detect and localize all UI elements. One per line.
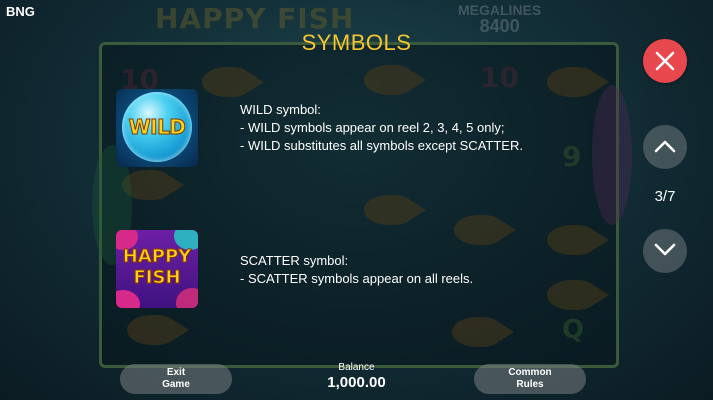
- scatter-symbol-icon: HAPPY FISH: [116, 230, 198, 308]
- ghost-fish: [547, 280, 609, 310]
- game-background: HAPPY FISH MEGALINES 8400 10 10 9 Q: [0, 0, 713, 400]
- ghost-fish: [454, 215, 516, 245]
- ghost-fish: [127, 315, 189, 345]
- chevron-down-icon: [654, 243, 676, 256]
- ghost-fish: [364, 195, 426, 225]
- ghost-fish: [122, 170, 184, 200]
- wild-symbol-text: WILD: [128, 115, 186, 140]
- ghost-symbol-nine: 9: [562, 140, 582, 173]
- balance-value: 1,000.00: [327, 374, 386, 391]
- ghost-fish: [452, 317, 514, 347]
- wild-heading: WILD symbol:: [240, 102, 321, 117]
- balance-label: Balance: [338, 362, 375, 373]
- scatter-symbol-text: HAPPY: [122, 246, 192, 268]
- wild-rule-line: - WILD substitutes all symbols except SC…: [240, 138, 523, 153]
- wild-symbol-icon: WILD: [116, 89, 198, 167]
- ghost-fish: [364, 65, 426, 95]
- next-page-button[interactable]: [643, 229, 687, 273]
- ghost-symbol-ten: 10: [480, 61, 519, 94]
- close-icon: [655, 51, 675, 71]
- previous-page-button[interactable]: [643, 125, 687, 169]
- provider-logo: BNG: [6, 4, 35, 19]
- wild-rule-line: - WILD symbols appear on reel 2, 3, 4, 5…: [240, 120, 505, 135]
- ghost-fish: [547, 225, 609, 255]
- scatter-rule-line: - SCATTER symbols appear on all reels.: [240, 271, 474, 286]
- page-title: SYMBOLS: [301, 30, 412, 55]
- wild-description: WILD symbol: - WILD symbols appear on re…: [240, 101, 523, 155]
- ghost-fish: [202, 67, 264, 97]
- ghost-symbol-q: Q: [562, 315, 585, 345]
- ghost-coral: [592, 85, 632, 225]
- chevron-up-icon: [654, 140, 676, 153]
- coral-shape: [116, 290, 140, 308]
- common-rules-button[interactable]: Common Rules: [474, 364, 586, 394]
- page-counter: 3/7: [654, 188, 676, 205]
- scatter-heading: SCATTER symbol:: [240, 253, 349, 268]
- scatter-symbol-text: FISH: [133, 267, 181, 289]
- scatter-description: SCATTER symbol: - SCATTER symbols appear…: [240, 252, 473, 288]
- coral-shape: [176, 288, 198, 308]
- ghost-fish: [547, 67, 609, 97]
- close-button[interactable]: [643, 39, 687, 83]
